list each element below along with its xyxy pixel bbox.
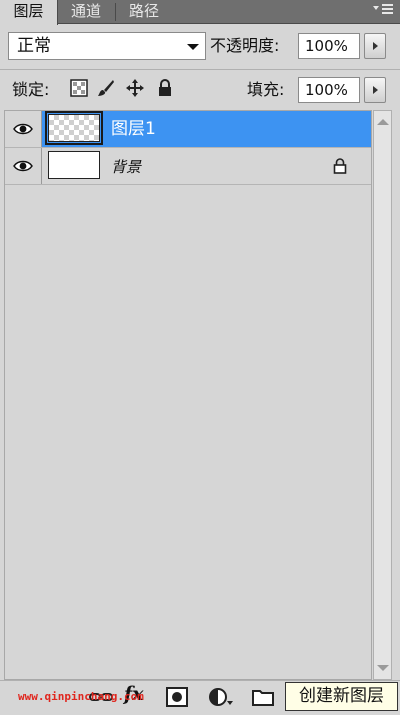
brush-glyph xyxy=(98,80,114,96)
chevron-down-icon xyxy=(187,44,199,50)
lock-label: 锁定: xyxy=(12,80,50,99)
eye-icon xyxy=(13,160,33,172)
layer-row-background[interactable]: 背景 xyxy=(5,148,371,185)
layer-name[interactable]: 图层1 xyxy=(111,119,156,139)
layer-thumbnail xyxy=(48,151,100,179)
eye-icon xyxy=(13,123,33,135)
fill-input[interactable]: 100% xyxy=(298,77,360,103)
checker-square-glyph xyxy=(70,79,88,97)
blend-mode-value: 正常 xyxy=(17,36,51,56)
tab-paths[interactable]: 路径 xyxy=(118,0,170,24)
layers-scrollbar[interactable] xyxy=(373,110,392,680)
layers-toolbar: fx www.qinpinchang.com 创建新图层 xyxy=(0,680,400,715)
tab-layers[interactable]: 图层 xyxy=(0,0,58,25)
panel-tab-bar: 图层 通道 路径 xyxy=(0,0,400,25)
fill-label: 填充: xyxy=(247,80,285,99)
visibility-toggle[interactable] xyxy=(5,111,42,147)
tab-channels[interactable]: 通道 xyxy=(60,0,112,24)
visibility-toggle[interactable] xyxy=(5,148,42,184)
lock-position-icon[interactable] xyxy=(126,79,144,97)
opacity-slider-button[interactable] xyxy=(364,33,386,59)
lock-all-icon[interactable] xyxy=(156,79,174,97)
add-mask-icon[interactable] xyxy=(166,687,188,707)
scroll-down-icon[interactable] xyxy=(377,665,389,671)
layers-list: 图层1 背景 xyxy=(4,110,372,680)
opacity-label: 不透明度: xyxy=(210,36,280,55)
layer-thumbnail xyxy=(45,111,103,145)
tab-divider xyxy=(115,3,116,21)
fill-slider-button[interactable] xyxy=(364,77,386,103)
panel-menu-glyph xyxy=(373,4,393,14)
adjustment-layer-icon[interactable] xyxy=(208,687,234,707)
layer-row-layer1[interactable]: 图层1 xyxy=(5,111,371,148)
opacity-input[interactable]: 100% xyxy=(298,33,360,59)
padlock-glyph xyxy=(159,79,171,96)
blend-mode-select[interactable]: 正常 xyxy=(8,32,206,60)
lock-icon xyxy=(333,158,347,174)
layer-name[interactable]: 背景 xyxy=(111,157,141,177)
lock-image-pixels-icon[interactable] xyxy=(97,79,115,97)
panel-menu-icon[interactable] xyxy=(372,2,394,20)
new-group-icon[interactable] xyxy=(252,687,274,707)
lock-transparent-pixels-icon[interactable] xyxy=(70,79,88,97)
divider xyxy=(0,69,400,70)
scroll-up-icon[interactable] xyxy=(377,119,389,125)
move-arrows-glyph xyxy=(126,79,144,97)
new-layer-tooltip: 创建新图层 xyxy=(285,682,398,711)
watermark-text: www.qinpinchang.com xyxy=(18,690,144,703)
